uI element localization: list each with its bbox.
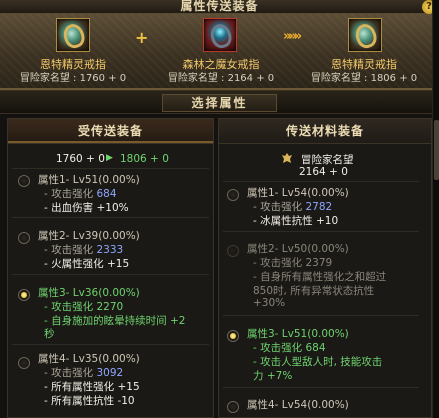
select-attribute-bar: 选择属性 [0, 90, 439, 114]
attack-value: 2270 [96, 301, 124, 313]
right-option-3-radio[interactable] [227, 330, 239, 342]
material-ring-slot[interactable] [203, 18, 237, 52]
ring-icon [352, 21, 380, 51]
source-ring-slot[interactable] [56, 18, 90, 52]
left-option-1-title: 属性1- Lv51(0.00%) [38, 174, 140, 186]
left-option-3-title: 属性3- Lv36(0.00%) [38, 287, 140, 299]
fame-to: 1806 + 0 [120, 153, 169, 165]
attack-line: - 攻击强化 2270 [44, 301, 124, 313]
left-option-3-radio[interactable] [18, 289, 30, 301]
arrow-right-icon: »»» [283, 29, 302, 44]
right-option-2-title: 属性2- Lv50(0.00%) [247, 243, 349, 255]
attack-line: - 攻击强化 2333 [44, 244, 124, 256]
left-option-2-effect: - 火属性强化 +15 [44, 258, 130, 270]
material-panel-title: 传送材料装备 [219, 119, 431, 144]
right-option-3-effect-1: - 攻击人型敌人时, 技能攻击 [253, 356, 383, 368]
divider [12, 274, 209, 275]
transfer-strip: 恩特精灵戒指 冒险家名望 : 1760 + 0 + 森林之魔女戒指 冒险家名望 … [0, 14, 439, 90]
window-title: 属性传送装备 [180, 0, 259, 13]
divider [223, 315, 419, 316]
title-bar: 属性传送装备 ? [0, 0, 439, 14]
divider [223, 387, 419, 388]
material-fame-value: 2164 + 0 [299, 166, 348, 178]
divider [223, 181, 419, 182]
material-panel: 传送材料装备 冒险家名望 2164 + 0 属性1- Lv54(0.00%) -… [218, 118, 432, 418]
right-option-3-effect-2: 力 +7% [253, 370, 293, 382]
receiver-panel: 受传送装备 1760 + 0 ▶ 1806 + 0 属性1- Lv51(0.00… [7, 118, 214, 418]
right-option-1-title: 属性1- Lv54(0.00%) [247, 187, 349, 199]
right-option-1-effect: - 冰属性抗性 +10 [253, 215, 339, 227]
right-option-4-radio[interactable] [227, 401, 239, 413]
attack-value: 3092 [96, 367, 124, 379]
right-option-3-title: 属性3- Lv51(0.00%) [247, 328, 349, 340]
scrollbar-thumb[interactable] [434, 120, 439, 180]
attack-value: 2333 [96, 244, 124, 256]
left-option-4-effect-1: - 所有属性强化 +15 [44, 381, 140, 393]
receiver-panel-title: 受传送装备 [8, 119, 213, 144]
right-option-2-effect-1: - 自身所有属性强化之和超过 [253, 271, 387, 283]
right-option-3-attack: - 攻击强化 684 [253, 342, 326, 354]
attack-line: - 攻击强化 684 [44, 188, 117, 200]
left-option-2-title: 属性2- Lv39(0.00%) [38, 230, 140, 242]
ring-icon [60, 21, 88, 51]
left-option-4-radio[interactable] [18, 357, 30, 369]
attack-value: 2782 [305, 201, 333, 213]
right-option-2-effect-2: 850时, 所有异常状态抗性 [253, 285, 375, 297]
result-item-fame: 冒险家名望 : 1806 + 0 [310, 73, 418, 84]
right-option-1-radio[interactable] [227, 189, 239, 201]
crest-icon [282, 153, 292, 163]
left-option-4-effect-2: - 所有属性抗性 -10 [44, 395, 135, 407]
select-attribute-tab[interactable]: 选择属性 [162, 94, 277, 112]
attack-line: - 攻击强化 2782 [253, 201, 333, 213]
right-option-4-title: 属性4- Lv54(0.00%) [247, 399, 349, 411]
plus-icon: + [135, 28, 149, 47]
source-item-fame: 冒险家名望 : 1760 + 0 [19, 73, 127, 84]
left-option-3-effect: - 自身施加的眩晕持续时间 +2 [44, 315, 186, 327]
play-arrow-icon: ▶ [106, 153, 113, 163]
divider [12, 168, 209, 169]
result-ring-slot[interactable] [348, 18, 382, 52]
divider [223, 231, 419, 232]
fame-from: 1760 + 0 [56, 153, 105, 165]
divider [12, 217, 209, 218]
right-option-2-radio[interactable] [227, 245, 239, 257]
right-option-2-attack: - 攻击强化 2379 [253, 257, 333, 269]
right-option-2-effect-3: +30% [253, 297, 286, 309]
ring-icon [207, 21, 235, 51]
scrollbar[interactable] [432, 0, 439, 418]
left-option-4-title: 属性4- Lv35(0.00%) [38, 353, 140, 365]
material-fame-label: 冒险家名望 [301, 154, 354, 166]
attack-value: 684 [96, 188, 117, 200]
material-item-fame: 冒险家名望 : 2164 + 0 [167, 73, 275, 84]
left-option-3-effect-cont: 秒 [44, 328, 55, 340]
left-option-1-radio[interactable] [18, 175, 30, 187]
attack-line: - 攻击强化 3092 [44, 367, 124, 379]
divider [12, 344, 209, 345]
left-option-1-effect: - 出血伤害 +10% [44, 202, 129, 214]
left-option-2-radio[interactable] [18, 232, 30, 244]
